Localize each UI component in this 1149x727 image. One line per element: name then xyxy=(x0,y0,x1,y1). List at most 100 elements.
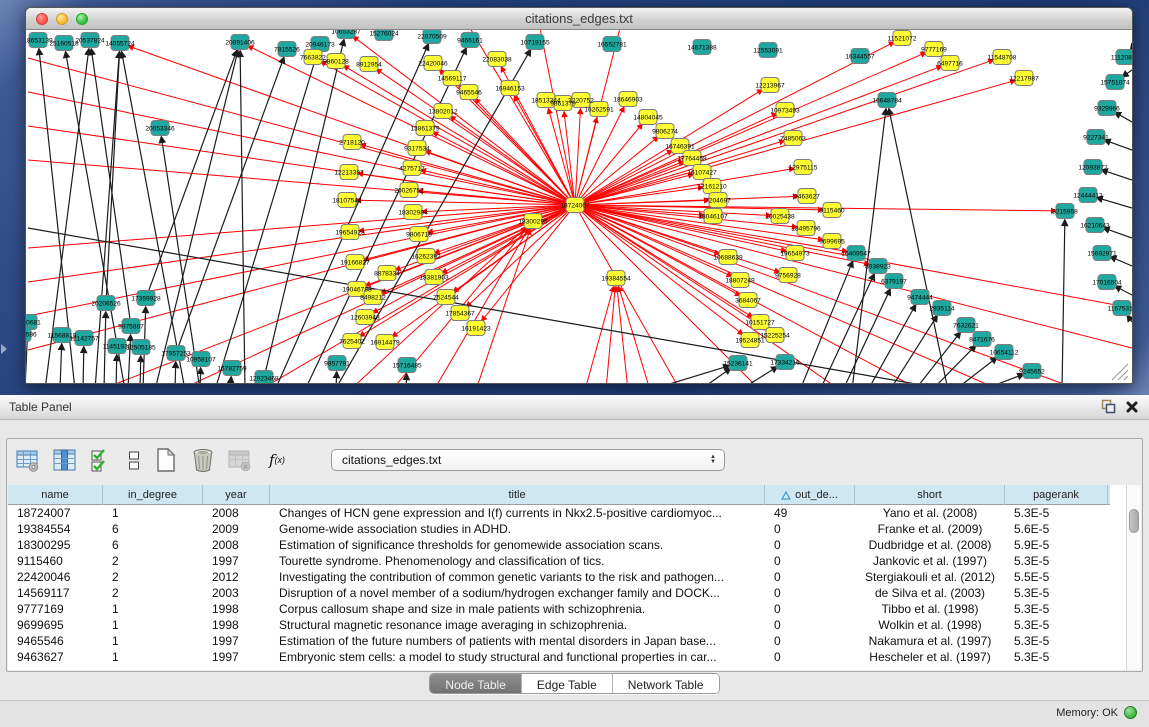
table-cell: 1 xyxy=(103,633,203,649)
table-cell: 9465546 xyxy=(8,633,103,649)
node-label: 22420046 xyxy=(418,60,448,67)
node-label: 16946153 xyxy=(495,85,525,92)
table-row[interactable]: 1938455462009Genome-wide association stu… xyxy=(8,521,1110,537)
node-label: 19384554 xyxy=(601,275,631,282)
tab-network-table[interactable]: Network Table xyxy=(613,674,719,694)
table-cell: 5.3E-5 xyxy=(1005,505,1108,521)
node-label: 9465546 xyxy=(456,89,482,96)
function-builder-icon[interactable]: f(x) xyxy=(264,447,290,473)
node-label: 14055724 xyxy=(105,40,135,47)
network-edge xyxy=(264,40,344,378)
node-label: 18302984 xyxy=(398,209,428,216)
node-label: 3684067 xyxy=(735,297,761,304)
table-cell: 18724007 xyxy=(8,505,103,521)
node-label: 16746391 xyxy=(665,143,695,150)
table-row[interactable]: 1830029562008Estimation of significance … xyxy=(8,537,1110,553)
table-cell: Tourette syndrome. Phenomenology and cla… xyxy=(270,553,765,569)
table-settings-icon[interactable] xyxy=(15,447,41,473)
network-edge xyxy=(476,230,530,383)
table-cell: Hescheler et al. (1997) xyxy=(855,649,1005,665)
table-cell: 1 xyxy=(103,649,203,665)
close-panel-icon[interactable] xyxy=(1125,400,1139,419)
network-edge xyxy=(146,50,237,298)
resize-grip-icon[interactable] xyxy=(1112,364,1128,380)
table-cell: 18300295 xyxy=(8,537,103,553)
table-cell: Wolkin et al. (1998) xyxy=(855,617,1005,633)
vertical-scrollbar[interactable] xyxy=(1126,485,1141,670)
column-header-name[interactable]: name xyxy=(8,485,103,505)
table-cell: 9777169 xyxy=(8,601,103,617)
table-cell: 0 xyxy=(765,569,855,585)
network-window-titlebar[interactable]: citations_edges.txt xyxy=(26,8,1132,30)
table-cell: 5.3E-5 xyxy=(1005,649,1108,665)
table-cell: 5.3E-5 xyxy=(1005,585,1108,601)
table-row[interactable]: 977716911998Corpus callosum shape and si… xyxy=(8,601,1110,617)
network-canvas[interactable]: 1872400718300295193845541865313925160518… xyxy=(26,30,1132,383)
table-cell: de Silva et al. (2003) xyxy=(855,585,1005,601)
column-header-year[interactable]: year xyxy=(203,485,270,505)
table-row[interactable]: 969969511998Structural magnetic resonanc… xyxy=(8,617,1110,633)
new-document-icon[interactable] xyxy=(153,447,179,473)
column-header-in_degree[interactable]: in_degree xyxy=(103,485,203,505)
node-label: 17334216 xyxy=(770,359,800,366)
column-header-short[interactable]: short xyxy=(855,485,1005,505)
node-label: 18495796 xyxy=(791,225,821,232)
network-edge xyxy=(240,51,245,383)
table-cell: Tibbo et al. (1998) xyxy=(855,601,1005,617)
node-label: 8215958 xyxy=(1052,208,1078,215)
column-header-title[interactable]: title xyxy=(270,485,765,505)
table-row[interactable]: 911546021997Tourette syndrome. Phenomeno… xyxy=(8,553,1110,569)
table-cell: Embryonic stem cells: a model to study s… xyxy=(270,649,765,665)
select-rows-icon[interactable] xyxy=(89,447,115,473)
column-header-label: title xyxy=(508,489,525,501)
scrollbar-thumb[interactable] xyxy=(1129,509,1139,533)
memory-status-indicator[interactable] xyxy=(1124,706,1137,719)
table-cell: Investigating the contribution of common… xyxy=(270,569,765,585)
network-edge xyxy=(175,362,176,383)
panel-collapse-handle[interactable] xyxy=(1,344,7,354)
node-label: 18046107 xyxy=(698,213,728,220)
table-row[interactable]: 1456911722003Disruption of a novel membe… xyxy=(8,585,1110,601)
column-header-label: out_de... xyxy=(795,489,838,501)
row-height-icon[interactable] xyxy=(126,447,142,473)
table-cell: Estimation of the future numbers of pati… xyxy=(270,633,765,649)
column-header-pagerank[interactable]: pagerank xyxy=(1005,485,1108,505)
float-panel-icon[interactable] xyxy=(1101,399,1116,419)
table-row[interactable]: 2242004622012Investigating the contribut… xyxy=(8,569,1110,585)
node-label: 6379197 xyxy=(881,278,907,285)
table-selector-dropdown[interactable]: citations_edges.txt ▲▼ xyxy=(331,449,725,471)
table-cell: 2003 xyxy=(203,585,270,601)
node-label: 19654973 xyxy=(780,250,810,257)
network-edge xyxy=(116,355,117,383)
network-window: citations_edges.txt 18724007183002951938… xyxy=(25,7,1133,384)
table-cell: 9699695 xyxy=(8,617,103,633)
network-edge xyxy=(868,305,916,383)
table-row[interactable]: 946362711997Embryonic stem cells: a mode… xyxy=(8,649,1110,665)
table-cell: 5.3E-5 xyxy=(1005,553,1108,569)
table-cell: Yano et al. (2008) xyxy=(855,505,1005,521)
node-label: 14804045 xyxy=(633,114,663,121)
table-row[interactable]: 1872400712008Changes of HCN gene express… xyxy=(8,505,1110,521)
network-edge xyxy=(540,30,575,205)
node-label: 12923468 xyxy=(249,375,279,382)
network-edge xyxy=(575,30,620,205)
table-panel-header: Table Panel xyxy=(0,395,1149,420)
table-row[interactable]: 946554611997Estimation of the future num… xyxy=(8,633,1110,649)
select-column-icon[interactable] xyxy=(52,447,78,473)
tab-edge-table[interactable]: Edge Table xyxy=(522,674,613,694)
node-label: 10719155 xyxy=(520,39,550,46)
node-label: 22083038 xyxy=(482,56,512,63)
column-header-out_de[interactable]: out_de... xyxy=(765,485,855,505)
node-label: 20537824 xyxy=(75,37,105,44)
delete-icon[interactable] xyxy=(190,447,216,473)
table-frame: f(x) citations_edges.txt ▲▼ namein_degre… xyxy=(6,438,1143,672)
node-label: 16344557 xyxy=(845,53,875,60)
node-label: 14671388 xyxy=(687,44,717,51)
node-label: 12603948 xyxy=(350,314,380,321)
network-edge xyxy=(889,109,948,383)
tab-node-table[interactable]: Node Table xyxy=(430,674,522,694)
table-cell: 14569117 xyxy=(8,585,103,601)
node-label: 8912954 xyxy=(356,61,382,68)
node-label: 9806715 xyxy=(406,231,432,238)
node-label: 9245652 xyxy=(1019,368,1045,375)
